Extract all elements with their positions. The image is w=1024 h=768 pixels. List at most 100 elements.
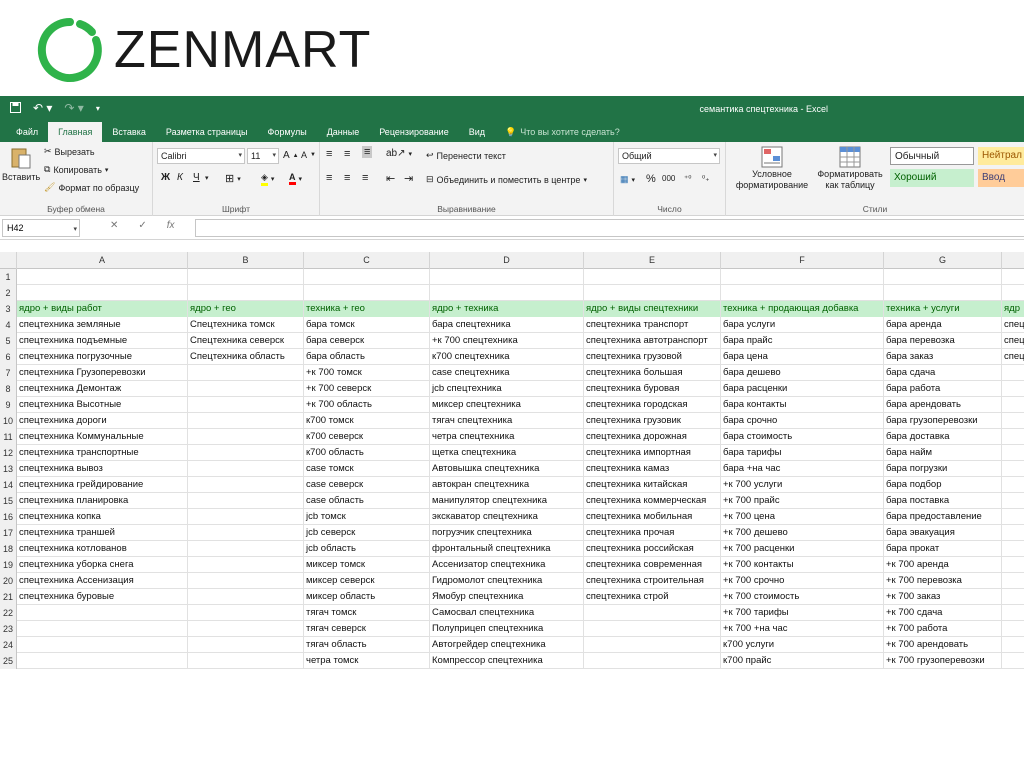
cell[interactable]: спецтехника мобильная bbox=[584, 509, 721, 525]
borders-button[interactable]: ⊞ ▾ bbox=[225, 172, 241, 185]
cell[interactable]: техника + продающая добавка bbox=[721, 301, 884, 317]
cell[interactable]: спецтехника городская bbox=[584, 397, 721, 413]
cell[interactable]: бара подбор bbox=[884, 477, 1002, 493]
cell[interactable]: к700 услуги bbox=[721, 637, 884, 653]
copy-button[interactable]: ⧉ Копировать ▾ bbox=[44, 164, 108, 175]
row-header[interactable]: 21 bbox=[0, 589, 17, 605]
cell[interactable] bbox=[188, 445, 304, 461]
column-header-H[interactable] bbox=[1002, 252, 1024, 269]
cell[interactable]: +к 700 заказ bbox=[884, 589, 1002, 605]
cell[interactable]: щетка спецтехника bbox=[430, 445, 584, 461]
cell[interactable]: case томск bbox=[304, 461, 430, 477]
cell[interactable]: техника + гео bbox=[304, 301, 430, 317]
wrap-text-button[interactable]: ↩ Перенести текст bbox=[426, 150, 506, 161]
cell[interactable]: бара срочно bbox=[721, 413, 884, 429]
cell[interactable]: бара перевозка bbox=[884, 333, 1002, 349]
cell[interactable] bbox=[17, 285, 188, 301]
cell[interactable]: +к 700 срочно bbox=[721, 573, 884, 589]
cell[interactable]: спецтехника погрузочные bbox=[17, 349, 188, 365]
percent-button[interactable]: % bbox=[646, 173, 656, 185]
row-header[interactable]: 4 bbox=[0, 317, 17, 333]
cell[interactable]: миксер северск bbox=[304, 573, 430, 589]
format-painter-button[interactable]: 🖌 Формат по образцу bbox=[44, 182, 139, 193]
cell[interactable] bbox=[430, 285, 584, 301]
increase-indent-button[interactable]: ⇥ bbox=[404, 172, 413, 185]
italic-button[interactable]: К bbox=[177, 172, 183, 183]
cell[interactable] bbox=[584, 285, 721, 301]
row-header[interactable]: 17 bbox=[0, 525, 17, 541]
cell[interactable]: Ассенизатор спецтехника bbox=[430, 557, 584, 573]
tab-1[interactable]: Главная bbox=[48, 122, 103, 142]
cell[interactable]: +к 700 перевозка bbox=[884, 573, 1002, 589]
cell[interactable]: спецтехника коммерческая bbox=[584, 493, 721, 509]
cell[interactable]: спец bbox=[1002, 349, 1024, 365]
cell[interactable]: фронтальный спецтехника bbox=[430, 541, 584, 557]
cell[interactable] bbox=[1002, 445, 1024, 461]
cell[interactable]: бара эвакуация bbox=[884, 525, 1002, 541]
cell[interactable] bbox=[584, 605, 721, 621]
cell[interactable] bbox=[884, 269, 1002, 285]
cell[interactable]: Гидромолот спецтехника bbox=[430, 573, 584, 589]
formula-input[interactable] bbox=[195, 219, 1024, 237]
decrease-indent-button[interactable]: ⇤ bbox=[386, 172, 395, 185]
cell[interactable] bbox=[1002, 605, 1024, 621]
cell[interactable]: спец bbox=[1002, 333, 1024, 349]
underline-button[interactable]: Ч bbox=[193, 172, 200, 183]
cell[interactable] bbox=[721, 269, 884, 285]
decrease-decimal-button[interactable]: ⁰₊ bbox=[702, 174, 709, 183]
cell[interactable]: +к 700 стоимость bbox=[721, 589, 884, 605]
bold-button[interactable]: Ж bbox=[161, 172, 170, 183]
cell[interactable]: спецтехника дорожная bbox=[584, 429, 721, 445]
cell[interactable]: спецтехника грузовик bbox=[584, 413, 721, 429]
cell[interactable]: к700 область bbox=[304, 445, 430, 461]
cell[interactable] bbox=[188, 589, 304, 605]
cell[interactable]: +к 700 область bbox=[304, 397, 430, 413]
cell[interactable] bbox=[17, 621, 188, 637]
cell[interactable] bbox=[721, 285, 884, 301]
cell[interactable]: +к 700 контакты bbox=[721, 557, 884, 573]
cell[interactable]: бара прайс bbox=[721, 333, 884, 349]
cell[interactable] bbox=[430, 269, 584, 285]
cell[interactable]: бара найм bbox=[884, 445, 1002, 461]
column-header-F[interactable]: F bbox=[721, 252, 884, 269]
cell[interactable]: спецтехника буровая bbox=[584, 381, 721, 397]
cell[interactable]: ядро + виды работ bbox=[17, 301, 188, 317]
cell[interactable]: Спецтехника область bbox=[188, 349, 304, 365]
select-all-corner[interactable] bbox=[0, 252, 17, 269]
cell[interactable]: +к 700 цена bbox=[721, 509, 884, 525]
cell[interactable] bbox=[1002, 429, 1024, 445]
column-header-A[interactable]: A bbox=[17, 252, 188, 269]
cell[interactable] bbox=[1002, 589, 1024, 605]
cell[interactable]: спецтехника вывоз bbox=[17, 461, 188, 477]
row-header[interactable]: 5 bbox=[0, 333, 17, 349]
thousands-button[interactable]: 000 bbox=[662, 174, 675, 183]
cell[interactable] bbox=[188, 269, 304, 285]
cell[interactable]: case область bbox=[304, 493, 430, 509]
cell[interactable]: спецтехника большая bbox=[584, 365, 721, 381]
cell[interactable]: бара северск bbox=[304, 333, 430, 349]
align-left-button[interactable]: ≡ bbox=[326, 172, 332, 184]
tab-5[interactable]: Данные bbox=[317, 122, 370, 142]
cell[interactable]: спецтехника Ассенизация bbox=[17, 573, 188, 589]
cell[interactable]: +к 700 дешево bbox=[721, 525, 884, 541]
row-header[interactable]: 20 bbox=[0, 573, 17, 589]
cell[interactable]: бара услуги bbox=[721, 317, 884, 333]
cell[interactable] bbox=[188, 637, 304, 653]
tab-3[interactable]: Разметка страницы bbox=[156, 122, 258, 142]
cell[interactable]: ядро + техника bbox=[430, 301, 584, 317]
cell[interactable]: +к 700 грузоперевозки bbox=[884, 653, 1002, 669]
cell[interactable]: jcb область bbox=[304, 541, 430, 557]
cell[interactable] bbox=[1002, 397, 1024, 413]
cell[interactable]: бара арендовать bbox=[884, 397, 1002, 413]
cell[interactable]: бара погрузки bbox=[884, 461, 1002, 477]
cell[interactable]: спецтехника строительная bbox=[584, 573, 721, 589]
row-header[interactable]: 19 bbox=[0, 557, 17, 573]
cell[interactable] bbox=[1002, 637, 1024, 653]
cell[interactable] bbox=[1002, 509, 1024, 525]
cell[interactable] bbox=[1002, 285, 1024, 301]
tab-4[interactable]: Формулы bbox=[258, 122, 317, 142]
cell[interactable]: манипулятор спецтехника bbox=[430, 493, 584, 509]
cell[interactable]: бара грузоперевозки bbox=[884, 413, 1002, 429]
cell[interactable]: спецтехника Коммунальные bbox=[17, 429, 188, 445]
cell[interactable]: jcb северск bbox=[304, 525, 430, 541]
